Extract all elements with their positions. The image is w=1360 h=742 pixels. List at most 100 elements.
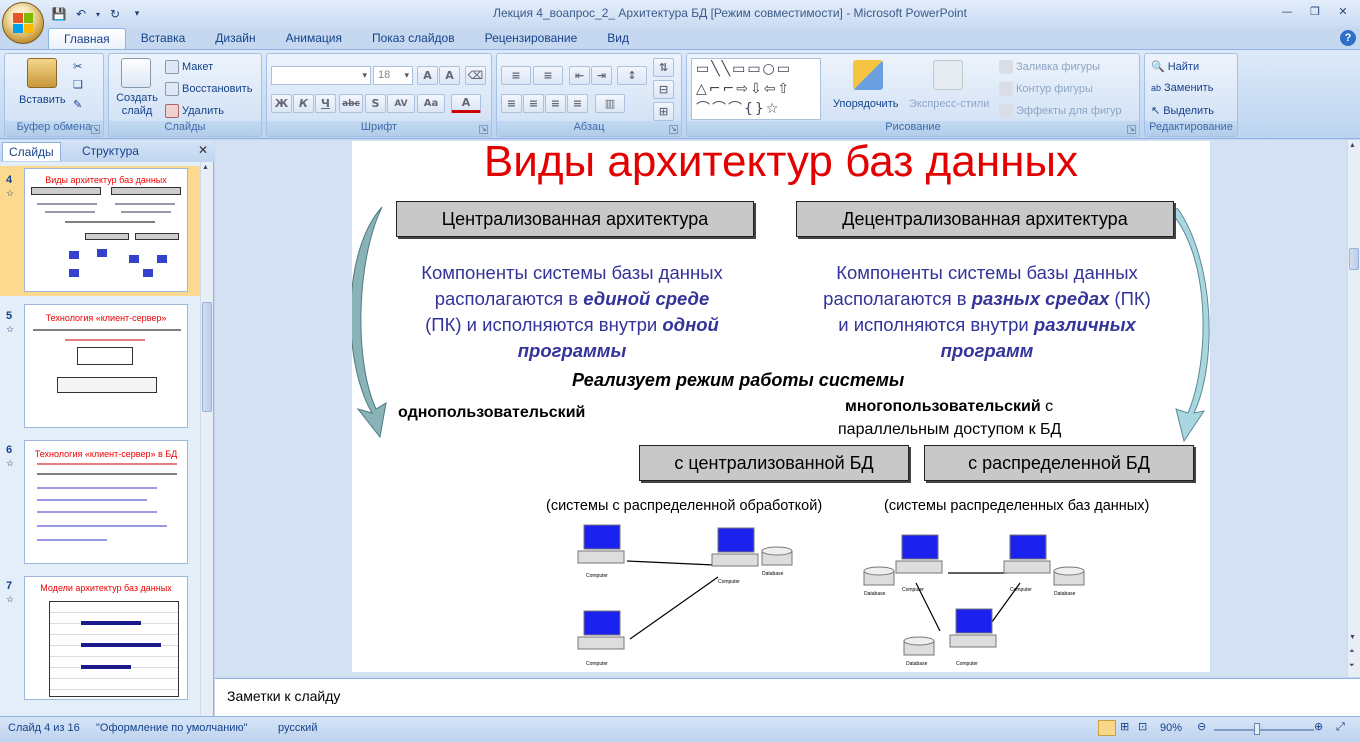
italic-icon[interactable]: К — [293, 94, 314, 113]
caption-distributed-processing[interactable]: (системы с распределенной обработкой) — [546, 498, 822, 514]
notes-pane[interactable]: Заметки к слайду — [215, 678, 1360, 716]
box-decentralized[interactable]: Децентрализованная архитектура — [796, 201, 1174, 237]
tab-design[interactable]: Дизайн — [200, 28, 270, 50]
left-description[interactable]: Компоненты системы базы данных располага… — [382, 260, 762, 364]
box-centralized-db[interactable]: с централизованной БД — [639, 445, 909, 481]
zoom-slider-thumb[interactable] — [1254, 723, 1260, 735]
bold-icon[interactable]: Ж — [271, 94, 292, 113]
dialog-launcher-icon[interactable]: ↘ — [91, 125, 100, 134]
normal-view-icon[interactable] — [1098, 720, 1116, 736]
undo-dropdown-icon[interactable]: ▾ — [94, 5, 102, 23]
mode-heading[interactable]: Реализует режим работы системы — [572, 370, 904, 391]
tab-slideshow[interactable]: Показ слайдов — [357, 28, 470, 50]
fit-to-window-icon[interactable]: ⤢ — [1336, 720, 1345, 734]
format-painter-icon[interactable]: ✎ — [73, 98, 82, 111]
find-button[interactable]: 🔍 Найти — [1151, 60, 1199, 74]
theme-name[interactable]: "Оформление по умолчанию" — [96, 722, 248, 734]
zoom-slider[interactable] — [1214, 729, 1314, 731]
layout-button[interactable]: Макет — [165, 60, 213, 74]
scroll-up-icon[interactable]: ▲ — [1349, 142, 1356, 149]
paste-button[interactable]: Вставить — [19, 94, 66, 106]
scroll-thumb[interactable] — [202, 302, 212, 412]
dialog-launcher-icon[interactable]: ↘ — [479, 125, 488, 134]
dialog-launcher-icon[interactable]: ↘ — [1127, 125, 1136, 134]
tab-home[interactable]: Главная — [48, 28, 126, 50]
multi-user-label[interactable]: многопользовательский с — [845, 398, 1053, 416]
justify-icon[interactable]: ≡ — [567, 94, 588, 113]
zoom-out-icon[interactable]: ⊖ — [1197, 720, 1206, 733]
decrease-indent-icon[interactable]: ⇤ — [569, 66, 590, 85]
new-slide-button[interactable]: Создать слайд — [115, 92, 159, 118]
dialog-launcher-icon[interactable]: ↘ — [669, 125, 678, 134]
bullets-icon[interactable]: ≡ — [501, 66, 531, 85]
multi-user-label-line2[interactable]: параллельным доступом к БД — [838, 421, 1061, 439]
clear-formatting-icon[interactable]: ⌫ — [465, 66, 486, 85]
tab-insert[interactable]: Вставка — [126, 28, 201, 50]
maximize-icon[interactable]: ❐ — [1302, 2, 1328, 20]
tab-slides[interactable]: Слайды — [2, 142, 61, 161]
change-case-icon[interactable]: Aa — [417, 94, 445, 113]
shadow-icon[interactable]: S — [365, 94, 386, 113]
previous-slide-icon[interactable]: ⏶ — [1349, 648, 1355, 656]
columns-icon[interactable]: ▥ — [595, 94, 625, 113]
font-size-combo[interactable]: 18 — [373, 66, 413, 85]
underline-icon[interactable]: Ч — [315, 94, 336, 113]
slide-canvas[interactable]: Computer Computer Computer Database Comp… — [352, 141, 1210, 672]
zoom-level[interactable]: 90% — [1160, 722, 1182, 734]
shrink-font-icon[interactable]: A — [439, 66, 460, 85]
panel-scrollbar[interactable]: ▲ — [200, 162, 213, 716]
right-description[interactable]: Компоненты системы базы данных располага… — [792, 260, 1182, 364]
shapes-gallery[interactable]: ▭╲╲▭▭○▭ △⌐⌐⇨⇩⇦⇧ ⌒⌒⌒{}☆ — [691, 58, 821, 120]
tab-outline[interactable]: Структура — [76, 142, 145, 161]
align-right-icon[interactable]: ≡ — [545, 94, 566, 113]
close-icon[interactable]: ✕ — [198, 143, 208, 157]
smartart-icon[interactable]: ⊞ — [653, 102, 674, 121]
char-spacing-icon[interactable]: AV — [387, 94, 415, 113]
zoom-in-icon[interactable]: ⊕ — [1314, 720, 1323, 733]
font-color-icon[interactable]: A — [451, 94, 481, 113]
copy-icon[interactable]: ❏ — [73, 78, 83, 91]
sorter-view-icon[interactable]: ⊞ — [1120, 720, 1129, 733]
undo-icon[interactable]: ↶ — [72, 5, 90, 23]
customize-qat-icon[interactable]: ▾ — [128, 5, 146, 23]
scroll-down-icon[interactable]: ▼ — [1349, 634, 1356, 641]
office-button[interactable] — [2, 2, 44, 44]
minimize-icon[interactable]: — — [1274, 2, 1300, 20]
shape-fill-button[interactable]: Заливка фигуры — [999, 60, 1100, 74]
tab-view[interactable]: Вид — [592, 28, 644, 50]
replace-button[interactable]: ab Заменить — [1151, 82, 1213, 94]
cut-icon[interactable]: ✂ — [73, 60, 82, 73]
caption-distributed-db[interactable]: (системы распределенных баз данных) — [884, 498, 1149, 514]
shape-effects-button[interactable]: Эффекты для фигур — [999, 104, 1122, 118]
reset-button[interactable]: Восстановить — [165, 82, 252, 96]
align-center-icon[interactable]: ≡ — [523, 94, 544, 113]
select-button[interactable]: ↖ Выделить — [1151, 104, 1214, 118]
delete-slide-button[interactable]: Удалить — [165, 104, 224, 118]
line-spacing-icon[interactable]: ↕ — [617, 66, 647, 85]
scroll-thumb[interactable] — [1349, 248, 1359, 270]
redo-icon[interactable]: ↻ — [106, 5, 124, 23]
slideshow-view-icon[interactable]: ⊡ — [1138, 720, 1147, 733]
grow-font-icon[interactable]: A — [417, 66, 438, 85]
strikethrough-icon[interactable]: abc — [339, 94, 363, 113]
single-user-label[interactable]: однопользовательский — [398, 404, 585, 422]
slide-title[interactable]: Виды архитектур баз данных — [352, 141, 1210, 187]
align-left-icon[interactable]: ≡ — [501, 94, 522, 113]
increase-indent-icon[interactable]: ⇥ — [591, 66, 612, 85]
font-name-combo[interactable] — [271, 66, 371, 85]
text-direction-icon[interactable]: ⇅ — [653, 58, 674, 77]
box-centralized[interactable]: Централизованная архитектура — [396, 201, 754, 237]
quick-styles-button[interactable]: Экспресс-стили — [909, 98, 989, 110]
slide-thumbnail[interactable]: Модели архитектур баз данных — [24, 576, 188, 700]
scroll-up-icon[interactable]: ▲ — [202, 164, 212, 174]
tab-animation[interactable]: Анимация — [271, 28, 357, 50]
align-text-icon[interactable]: ⊟ — [653, 80, 674, 99]
save-icon[interactable]: 💾 — [50, 5, 68, 23]
tab-review[interactable]: Рецензирование — [470, 28, 593, 50]
help-icon[interactable]: ? — [1340, 30, 1356, 46]
slide-scrollbar[interactable]: ▲ ▼ ⏶ ⏷ — [1347, 140, 1360, 677]
slide-thumbnail[interactable]: Технология «клиент-сервер» — [24, 304, 188, 428]
close-icon[interactable]: ✕ — [1330, 2, 1356, 20]
next-slide-icon[interactable]: ⏷ — [1349, 662, 1355, 670]
language[interactable]: русский — [278, 722, 317, 734]
